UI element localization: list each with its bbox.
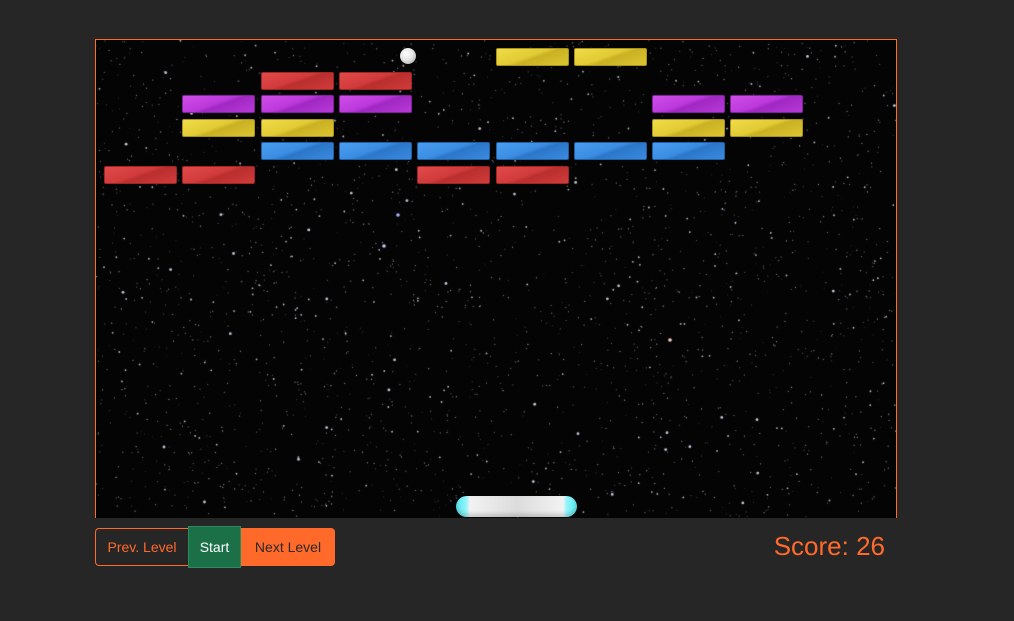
prev-level-button[interactable]: Prev. Level <box>95 528 188 566</box>
brick-red <box>417 166 490 184</box>
score-display: Score: 26 <box>773 531 885 561</box>
brick-blue <box>417 142 490 160</box>
level-controls: Prev. Level Start Next Level <box>95 526 335 568</box>
brick-yellow <box>574 48 647 66</box>
brick-red <box>182 166 255 184</box>
start-button[interactable]: Start <box>188 526 241 568</box>
brick-red <box>104 166 177 184</box>
brick-blue <box>339 142 412 160</box>
ball-icon <box>400 48 416 64</box>
brick-magenta <box>339 95 412 113</box>
brick-blue <box>574 142 647 160</box>
next-level-button[interactable]: Next Level <box>241 528 335 566</box>
brick-magenta <box>730 95 803 113</box>
brick-blue <box>496 142 569 160</box>
brick-magenta <box>182 95 255 113</box>
brick-magenta <box>652 95 725 113</box>
brick-yellow <box>182 119 255 137</box>
paddle[interactable] <box>456 496 577 517</box>
game-playfield[interactable] <box>95 39 897 518</box>
brick-yellow <box>261 119 334 137</box>
brick-yellow <box>496 48 569 66</box>
brick-red <box>496 166 569 184</box>
brick-red <box>339 72 412 90</box>
brick-blue <box>261 142 334 160</box>
brick-magenta <box>261 95 334 113</box>
brick-blue <box>652 142 725 160</box>
brick-yellow <box>652 119 725 137</box>
brick-yellow <box>730 119 803 137</box>
brick-red <box>261 72 334 90</box>
